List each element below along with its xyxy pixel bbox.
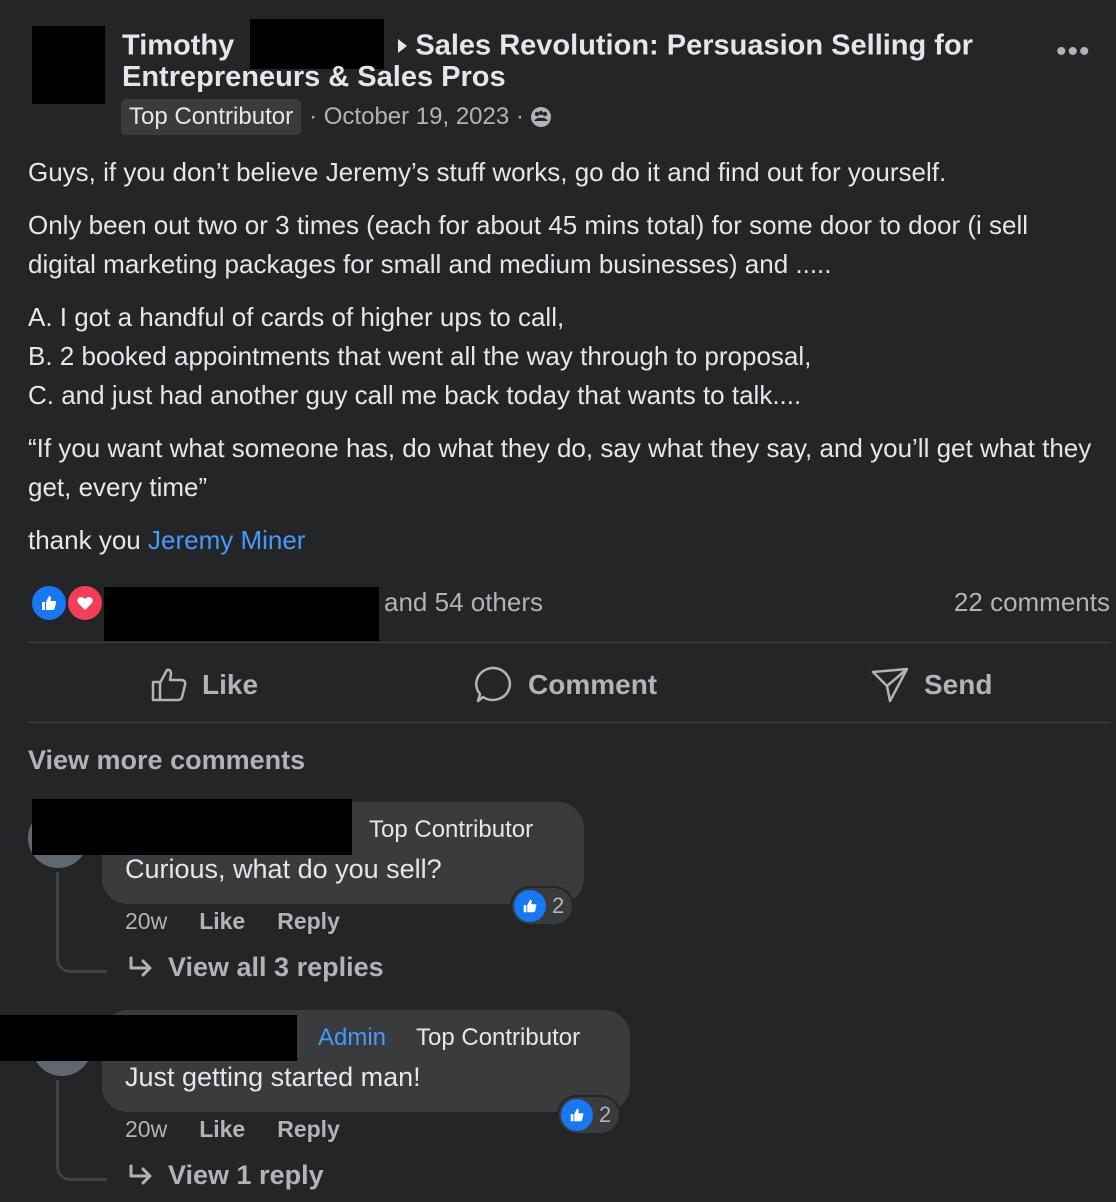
author-avatar[interactable] [32,26,105,104]
post-date[interactable]: · October 19, 2023 · [309,103,524,131]
comment-label: Comment [528,669,658,700]
thumbs-up-icon [151,668,187,702]
comment-time[interactable]: 20w [125,908,167,935]
group-name-line2[interactable]: Entrepreneurs & Sales Pros [122,61,506,94]
redacted-commenter-name [32,799,352,855]
post-list: A. I got a handful of cards of higher up… [28,298,1098,415]
comment-like-button[interactable]: Like [199,908,245,935]
admin-badge: Admin [310,1020,395,1056]
comment-text: Curious, what do you sell? [125,854,442,884]
caret-right-icon [398,38,408,53]
comment-bubble-icon [475,666,512,703]
more-icon[interactable]: ••• [1056,37,1091,67]
view-replies-link[interactable]: View 1 reply [128,1160,324,1191]
mention-link[interactable]: Jeremy Miner [148,525,305,555]
post-quote: “If you want what someone has, do what t… [28,433,1092,502]
thanks-text: thank you [28,525,141,555]
comment-like-button[interactable]: Like [199,1116,245,1143]
post-meta: Top Contributor · October 19, 2023 · [121,99,552,135]
love-reaction-icon[interactable] [66,584,104,622]
post-thanks: thank you Jeremy Miner [28,521,1098,560]
post-paragraph: Only been out two or 3 times (each for a… [28,210,1029,279]
top-contributor-badge: Top Contributor [361,812,542,848]
comment-text: Just getting started man! [125,1062,421,1092]
author-name[interactable]: Timothy [122,30,234,62]
view-more-comments-link[interactable]: View more comments [28,745,305,776]
reactions-row: and 54 others 22 comments [30,584,1110,641]
like-label: Like [202,669,259,700]
divider [28,722,1110,723]
comment-reply-button[interactable]: Reply [277,908,340,935]
like-reaction-icon[interactable] [30,584,68,622]
view-replies-link[interactable]: View all 3 replies [128,952,384,983]
comment-time[interactable]: 20w [125,1116,167,1143]
group-name-line1[interactable]: Sales Revolution: Persuasion Selling for [415,30,973,62]
view-replies-label: View 1 reply [168,1160,324,1190]
top-contributor-badge: Top Contributor [121,99,302,135]
thread-line [56,872,107,973]
thread-line [56,1080,107,1181]
divider [28,642,1110,643]
comment-reaction-count[interactable]: 2 [512,888,573,924]
send-label: Send [924,669,993,700]
comment-meta: 20w Like Reply [125,908,340,935]
redacted-commenter-name [0,1015,297,1061]
comment-reaction-count[interactable]: 2 [559,1097,620,1133]
reply-arrow-icon [129,1164,152,1184]
reaction-count: 2 [552,893,565,918]
view-replies-label: View all 3 replies [168,952,384,982]
comment-meta: 20w Like Reply [125,1116,340,1143]
like-reaction-icon [514,890,546,922]
group-icon [530,107,551,127]
send-button[interactable]: Send [870,660,992,710]
comments-count[interactable]: 22 comments [954,587,1110,618]
post-list-item: A. I got a handful of cards of higher up… [28,302,565,332]
like-reaction-icon [561,1099,593,1131]
like-button[interactable]: Like [150,660,258,710]
reactors-count[interactable]: and 54 others [384,587,543,618]
post-list-item: B. 2 booked appointments that went all t… [28,341,812,371]
redacted-reactor-names [104,587,379,641]
post-body: Guys, if you don’t believe Jeremy’s stuf… [28,153,1098,574]
comment-button[interactable]: Comment [474,660,657,710]
comment-reply-button[interactable]: Reply [277,1116,340,1143]
reply-arrow-icon [129,956,152,976]
post-paragraph: Guys, if you don’t believe Jeremy’s stuf… [28,157,947,187]
send-icon [871,667,909,703]
post-list-item: C. and just had another guy call me back… [28,380,802,410]
reaction-count: 2 [599,1102,612,1127]
top-contributor-badge: Top Contributor [408,1020,589,1056]
